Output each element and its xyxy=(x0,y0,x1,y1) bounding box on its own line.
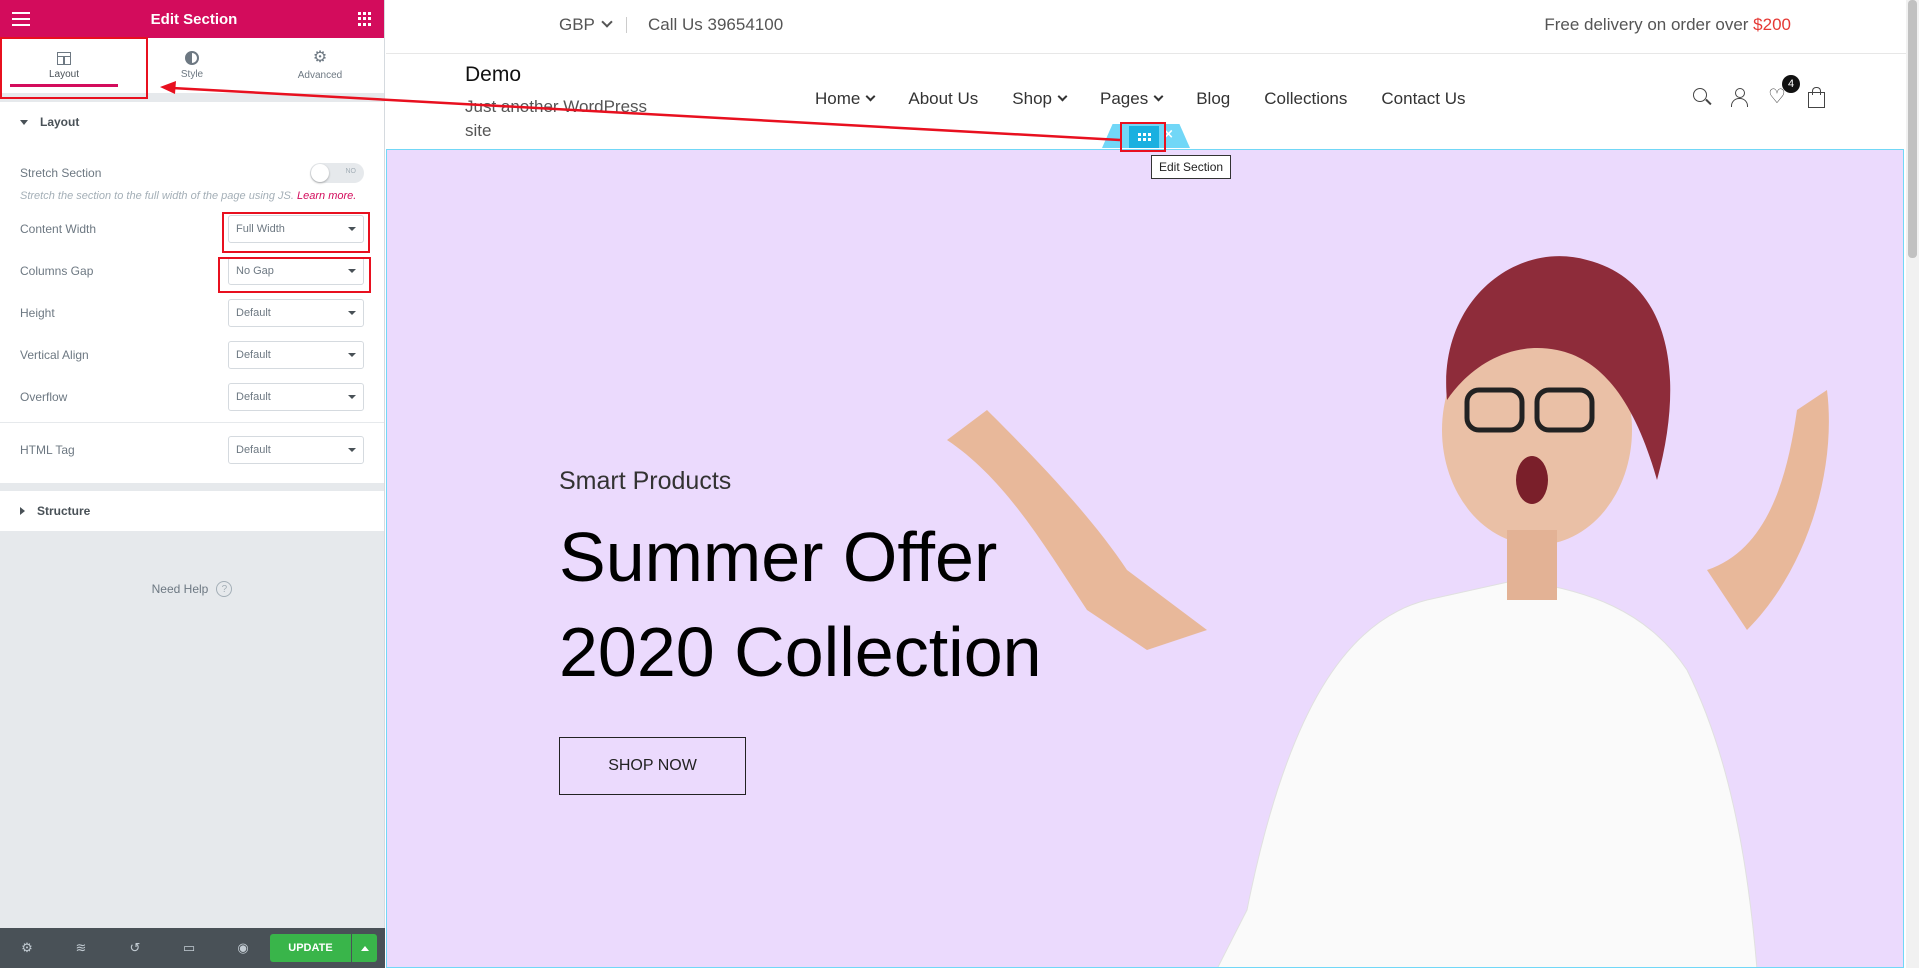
toggle-state: NO xyxy=(345,168,357,175)
columns-gap-label: Columns Gap xyxy=(20,264,94,278)
nav-collections[interactable]: Collections xyxy=(1264,89,1347,109)
learn-more-link[interactable]: Learn more. xyxy=(297,190,356,202)
stretch-description: Stretch the section to the full width of… xyxy=(20,190,364,202)
layout-section-toggle[interactable]: Layout xyxy=(0,102,384,142)
nav-shop[interactable]: Shop xyxy=(1012,89,1066,109)
content-width-label: Content Width xyxy=(20,222,97,236)
style-icon xyxy=(185,51,199,65)
currency-switcher[interactable]: GBP xyxy=(559,15,611,35)
stretch-desc-text: Stretch the section to the full width of… xyxy=(20,190,294,202)
toggle-knob xyxy=(311,164,329,182)
nav-blog[interactable]: Blog xyxy=(1196,89,1230,109)
delivery-text: Free delivery on order over xyxy=(1544,15,1754,34)
panel-header: Edit Section xyxy=(0,0,384,38)
height-control: Height Default xyxy=(20,292,364,334)
height-label: Height xyxy=(20,306,55,320)
cart-icon[interactable] xyxy=(1806,87,1826,108)
cart-count-badge: 4 xyxy=(1782,75,1800,93)
hero-section[interactable]: Smart Products Summer Offer 2020 Collect… xyxy=(386,149,1904,968)
scrollbar-thumb[interactable] xyxy=(1908,0,1917,258)
overflow-label: Overflow xyxy=(20,390,68,404)
navigator-icon[interactable]: ≋ xyxy=(54,941,108,956)
layout-controls: Stretch Section NO Stretch the section t… xyxy=(0,142,384,483)
annotation-box-content-width xyxy=(222,212,370,253)
height-select[interactable]: Default xyxy=(228,299,364,327)
overflow-control: Overflow Default xyxy=(20,376,364,418)
search-icon[interactable] xyxy=(1692,87,1712,107)
hero-subtitle: Smart Products xyxy=(559,467,732,495)
site-tagline: Just another WordPress site xyxy=(465,97,648,140)
tab-style-label: Style xyxy=(180,69,204,80)
site-topbar: GBP Call Us 39654100 Free delivery on or… xyxy=(386,0,1906,54)
annotation-box-section-handle xyxy=(1120,122,1166,152)
structure-section-title: Structure xyxy=(37,504,91,518)
chevron-down-icon xyxy=(348,311,356,315)
menu-icon[interactable] xyxy=(12,12,30,26)
chevron-down-icon xyxy=(348,353,356,357)
html-tag-label: HTML Tag xyxy=(20,443,75,457)
panel-title: Edit Section xyxy=(150,10,238,28)
html-tag-select[interactable]: Default xyxy=(228,436,364,464)
nav-about-us[interactable]: About Us xyxy=(908,89,978,109)
hero-headline: Summer Offer 2020 Collection xyxy=(559,510,1042,700)
hero-headline-line-1: Summer Offer xyxy=(559,518,998,596)
html-tag-control: HTML Tag Default xyxy=(20,429,364,471)
site-title[interactable]: Demo xyxy=(465,63,521,87)
tab-advanced[interactable]: ⚙ Advanced xyxy=(256,38,384,93)
need-help-label: Need Help xyxy=(151,582,209,596)
user-add-icon[interactable] xyxy=(1730,87,1750,107)
stretch-section-label: Stretch Section xyxy=(20,166,102,180)
delivery-amount: $200 xyxy=(1753,15,1791,34)
vertical-align-value: Default xyxy=(236,349,271,361)
history-icon[interactable]: ↺ xyxy=(108,941,162,956)
call-us-text: Call Us 39654100 xyxy=(648,15,784,34)
update-options-button[interactable] xyxy=(352,934,377,962)
height-value: Default xyxy=(236,307,271,319)
caret-up-icon xyxy=(360,945,369,951)
html-tag-value: Default xyxy=(236,444,271,456)
vertical-align-label: Vertical Align xyxy=(20,348,89,362)
layout-section-title: Layout xyxy=(40,115,80,129)
nav-pages[interactable]: Pages xyxy=(1100,89,1162,109)
shop-now-button[interactable]: SHOP NOW xyxy=(559,737,746,795)
annotation-box-layout-tab xyxy=(0,37,148,99)
responsive-icon[interactable]: ▭ xyxy=(162,941,216,956)
tab-advanced-label: Advanced xyxy=(297,70,343,81)
vertical-align-control: Vertical Align Default xyxy=(20,334,364,376)
header-icons: ♡ xyxy=(1692,87,1826,108)
annotation-box-columns-gap xyxy=(218,257,371,293)
nav-contact-us[interactable]: Contact Us xyxy=(1381,89,1465,109)
main-nav: Home About Us Shop Pages Blog Collection… xyxy=(815,89,1465,109)
overflow-value: Default xyxy=(236,391,271,403)
edit-section-tooltip: Edit Section xyxy=(1151,155,1232,179)
help-icon: ? xyxy=(216,581,233,597)
settings-icon[interactable]: ⚙ xyxy=(0,941,54,956)
gear-icon: ⚙ xyxy=(312,49,328,66)
delivery-notice: Free delivery on order over $200 xyxy=(1544,15,1791,35)
overflow-select[interactable]: Default xyxy=(228,383,364,411)
hero-headline-line-2: 2020 Collection xyxy=(559,613,1042,691)
panel-footer: ⚙ ≋ ↺ ▭ ◉ UPDATE xyxy=(0,928,385,968)
caret-down-icon xyxy=(20,119,28,125)
chevron-down-icon xyxy=(348,395,356,399)
stretch-section-control: Stretch Section NO xyxy=(20,152,364,194)
nav-home[interactable]: Home xyxy=(815,89,874,109)
topbar-divider xyxy=(626,17,627,33)
structure-section-toggle[interactable]: Structure xyxy=(0,491,384,531)
stretch-section-toggle[interactable]: NO xyxy=(310,163,364,183)
chevron-down-icon xyxy=(348,448,356,452)
update-button[interactable]: UPDATE xyxy=(270,934,351,962)
divider xyxy=(0,422,384,423)
preview-eye-icon[interactable]: ◉ xyxy=(216,941,270,956)
widgets-grid-icon[interactable] xyxy=(358,12,372,26)
caret-right-icon xyxy=(20,507,25,515)
need-help-link[interactable]: Need Help ? xyxy=(0,581,384,597)
vertical-align-select[interactable]: Default xyxy=(228,341,364,369)
editor-panel: Edit Section Layout Style ⚙ Advanced Lay… xyxy=(0,0,385,968)
